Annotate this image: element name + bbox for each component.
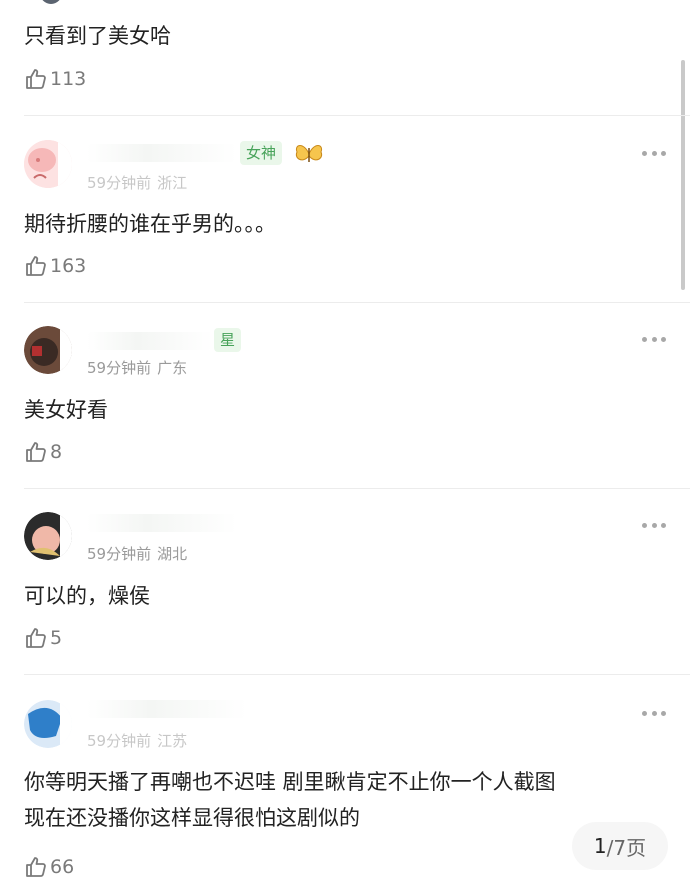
page-indicator[interactable]: 1/7页 [572, 822, 668, 870]
thumbs-up-icon [26, 256, 46, 276]
comment-text: 你等明天播了再嘲也不迟哇 剧里瞅肯定不止你一个人截图 现在还没播你这样显得很怕这… [24, 764, 664, 836]
thumbs-up-icon [26, 628, 46, 648]
comment-text: 美女好看 [24, 398, 108, 422]
thumbs-up-icon [26, 69, 46, 89]
more-dots-icon[interactable] [642, 522, 666, 528]
comment-time: 59分钟前 [87, 732, 152, 750]
comment-meta: 59分钟前 湖北 [87, 543, 187, 564]
comment-text: 只看到了美女哈 [24, 24, 171, 48]
username-redacted[interactable] [87, 700, 247, 718]
comment-text-line: 你等明天播了再嘲也不迟哇 剧里瞅肯定不止你一个人截图 [24, 770, 556, 794]
comment-text: 可以的，燥侯 [24, 584, 150, 608]
comment-time: 59分钟前 [87, 359, 152, 377]
comment-text-line: 现在还没播你这样显得很怕这剧似的 [24, 806, 360, 830]
like-count: 66 [50, 856, 75, 878]
like-button[interactable]: 5 [24, 625, 62, 651]
more-dots-icon[interactable] [642, 336, 666, 342]
like-count: 5 [50, 627, 63, 649]
like-button[interactable]: 66 [24, 854, 74, 880]
like-button[interactable]: 163 [24, 253, 86, 279]
like-count: 113 [50, 68, 87, 90]
like-count: 163 [50, 255, 87, 277]
comment-text: 期待折腰的谁在乎男的。。。 [24, 212, 276, 236]
comment-location: 湖北 [157, 545, 188, 563]
comment-location: 广东 [157, 359, 188, 377]
comment-location: 江苏 [157, 732, 188, 750]
like-button[interactable]: 113 [24, 66, 86, 92]
comment-item: 星 59分钟前 广东 美女好看 8 [0, 302, 690, 489]
username-redacted[interactable] [87, 144, 237, 162]
username-redacted[interactable] [87, 514, 237, 532]
comment-time: 59分钟前 [87, 174, 152, 192]
more-dots-icon[interactable] [642, 710, 666, 716]
comment-meta: 59分钟前 江苏 [87, 730, 187, 751]
comment-meta: 59分钟前 浙江 [87, 172, 187, 193]
avatar[interactable] [24, 140, 72, 188]
fan-badge[interactable]: 星 [214, 328, 242, 352]
thumbs-up-icon [26, 857, 46, 877]
thumbs-up-icon [26, 442, 46, 462]
comment-time: 59分钟前 [87, 545, 152, 563]
page-current: 1 [593, 834, 607, 858]
username-redacted[interactable] [87, 332, 213, 350]
like-count: 8 [50, 441, 63, 463]
comment-item: 59分钟前 湖北 可以的，燥侯 5 [0, 488, 690, 675]
page-total: /7页 [606, 835, 647, 860]
avatar[interactable] [24, 512, 72, 560]
fan-badge[interactable]: 女神 [240, 141, 283, 165]
comment-item: 只看到了美女哈 113 [0, 0, 690, 116]
like-button[interactable]: 8 [24, 439, 62, 465]
comment-item: 女神 59分钟前 浙江 期待折腰的谁在乎男的。。。 163 [0, 116, 690, 303]
avatar[interactable] [24, 700, 72, 748]
butterfly-icon [295, 145, 323, 162]
more-dots-icon[interactable] [642, 150, 666, 156]
avatar[interactable] [24, 326, 72, 374]
comment-meta: 59分钟前 广东 [87, 357, 187, 378]
comment-location: 浙江 [157, 174, 188, 192]
